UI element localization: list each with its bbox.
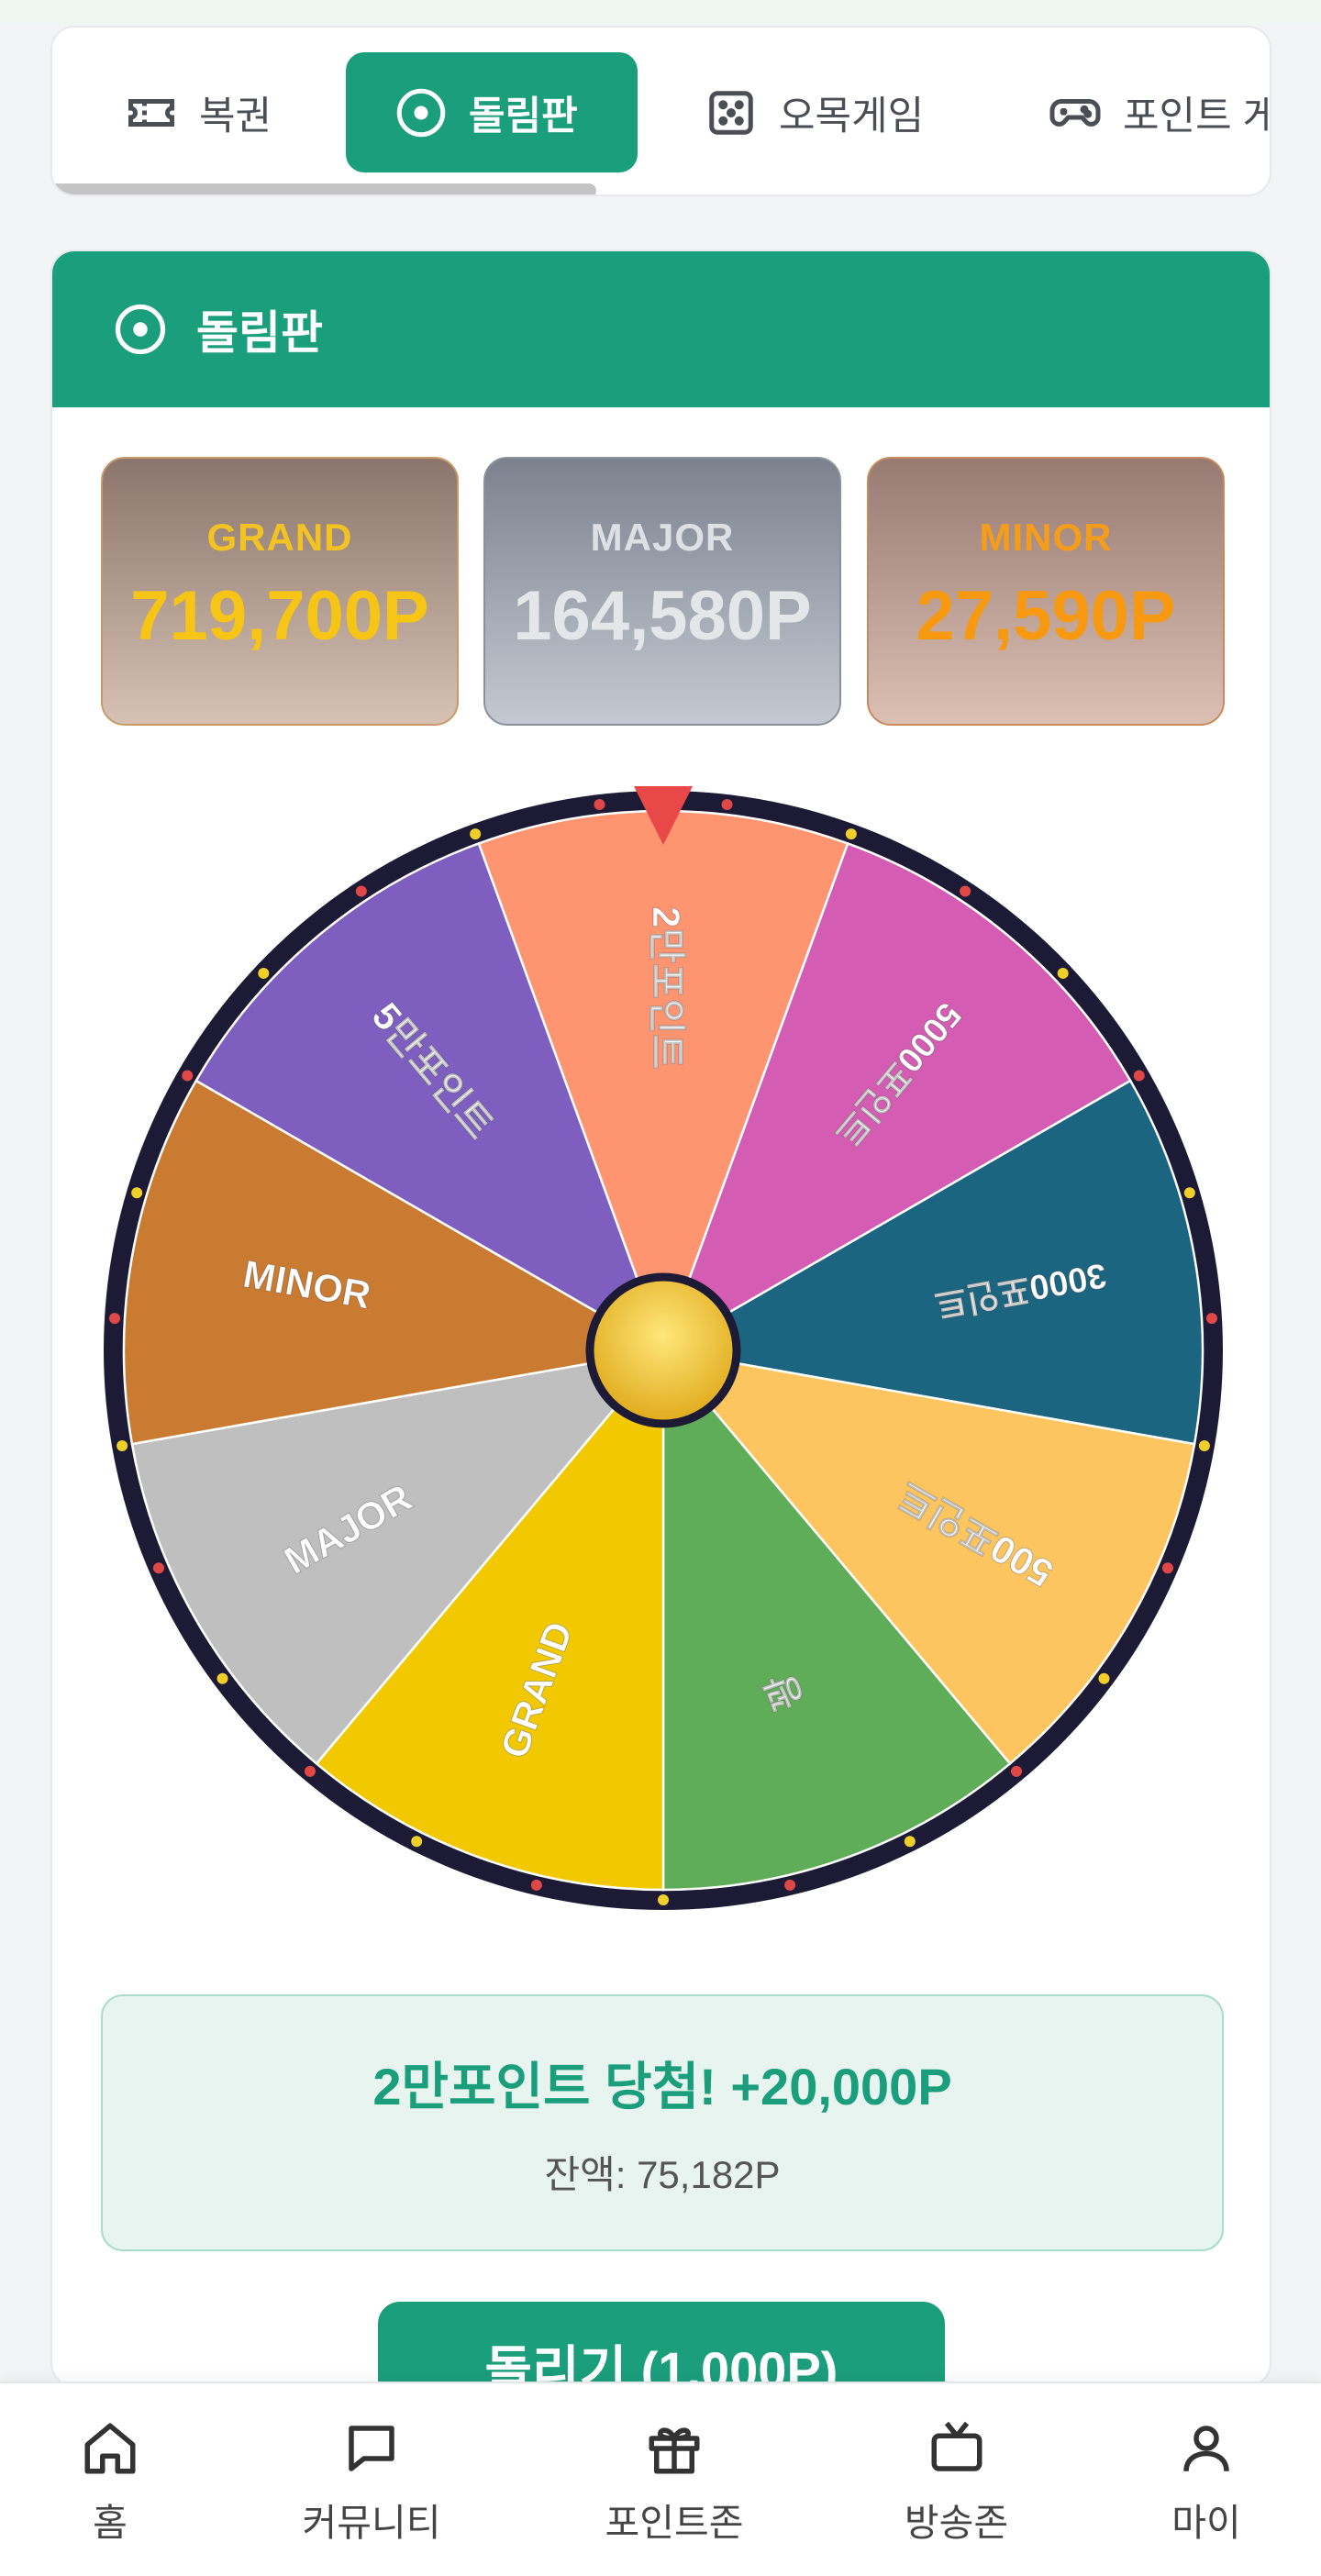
wheel-segment-label: 2만포인트 [645, 906, 688, 1070]
spin-button[interactable]: 돌리기 (1,000P) [378, 2302, 945, 2385]
jackpot-major: MAJOR 164,580P [483, 457, 841, 726]
rim-light [1057, 967, 1069, 979]
rim-light [845, 828, 857, 840]
rim-light [182, 1070, 194, 1082]
tab-label: 오목게임 [779, 94, 925, 139]
result-balance: 잔액: 75,182P [544, 2153, 781, 2196]
jackpot-label: MAJOR [590, 516, 735, 559]
dice-icon [709, 90, 753, 135]
rim-light [1162, 1562, 1174, 1574]
card-header: 돌림판 [52, 251, 1270, 407]
jackpot-value: 27,590P [916, 577, 1176, 655]
game-tab-bar: 복권 돌림판 오목게임 포인트 게 [50, 26, 1271, 196]
nav-label: 커뮤니티 [302, 2502, 441, 2544]
tab-lottery[interactable]: 복권 [124, 52, 272, 172]
nav-label: 홈 [93, 2502, 128, 2544]
tab-label: 포인트 게 [1123, 94, 1271, 139]
rim-light [960, 885, 971, 897]
user-icon [1183, 2426, 1229, 2471]
roulette-card: 돌림판 GRAND 719,700P MAJOR 164,580P MINOR … [50, 250, 1271, 2387]
jackpot-label: MINOR [979, 516, 1113, 559]
roulette-wheel[interactable]: 2만포인트 5000포인트 3000포인트 500포인트 꽝 GRAND MAJOR MINO… [84, 772, 1242, 1929]
target-icon [396, 88, 446, 137]
jackpot-grand: GRAND 719,700P [101, 457, 459, 726]
result-box: 2만포인트 당첨! +20,000P 잔액: 75,182P [101, 1994, 1224, 2251]
tv-icon [931, 2421, 982, 2471]
rim-light [594, 799, 605, 811]
nav-label: 방송존 [904, 2502, 1009, 2544]
home-icon [84, 2423, 136, 2474]
rim-light [784, 1879, 796, 1891]
card-title: 돌림판 [196, 307, 323, 359]
rim-light [470, 828, 482, 840]
tab-label: 복권 [199, 94, 272, 139]
rim-light [152, 1562, 164, 1574]
jackpot-value: 164,580P [513, 577, 812, 655]
jackpot-value: 719,700P [130, 577, 429, 655]
rim-light [1098, 1672, 1110, 1684]
rim-light [1183, 1187, 1195, 1199]
nav-point-zone[interactable]: 포인트존 [573, 2383, 775, 2576]
rim-light [530, 1879, 542, 1891]
rim-light [658, 1894, 669, 1905]
rim-light [904, 1836, 916, 1848]
rim-light [1011, 1765, 1023, 1777]
tab-omok[interactable]: 오목게임 [704, 52, 924, 172]
tab-label: 돌림판 [469, 94, 578, 139]
rim-light [1198, 1440, 1210, 1452]
nav-community[interactable]: 커뮤니티 [275, 2383, 468, 2576]
target-icon [115, 304, 166, 355]
tab-scrollbar[interactable] [52, 183, 596, 194]
chat-icon [349, 2426, 394, 2471]
jackpot-minor: MINOR 27,590P [867, 457, 1225, 726]
rim-light [131, 1187, 143, 1199]
nav-label: 포인트존 [605, 2502, 744, 2544]
ticket-icon [128, 98, 174, 127]
jackpot-label: GRAND [206, 516, 353, 559]
tab-roulette[interactable]: 돌림판 [346, 52, 638, 172]
tab-point-game[interactable]: 포인트 게 [1048, 52, 1271, 172]
rim-light [1133, 1070, 1145, 1082]
result-title: 2만포인트 당첨! +20,000P [372, 2058, 952, 2115]
nav-home[interactable]: 홈 [73, 2383, 147, 2576]
nav-my[interactable]: 마이 [1156, 2383, 1257, 2576]
rim-light [721, 799, 733, 811]
nav-label: 마이 [1171, 2502, 1241, 2544]
nav-broadcast[interactable]: 방송존 [858, 2383, 1055, 2576]
gift-icon [649, 2427, 700, 2474]
rim-light [355, 885, 367, 897]
wheel-hub [585, 1272, 741, 1428]
rim-light [109, 1313, 121, 1325]
rim-light [258, 967, 270, 979]
wheel-graphic: 2만포인트5000포인트3000포인트500포인트꽝GRANDMAJORMINO… [104, 786, 1223, 1910]
bottom-nav: 홈 커뮤니티 포인트존 방송존 마이 [0, 2382, 1321, 2576]
rim-light [411, 1836, 423, 1848]
top-strip [0, 0, 1321, 24]
gamepad-icon [1049, 98, 1101, 127]
rim-light [117, 1440, 128, 1452]
rim-light [1205, 1313, 1217, 1325]
rim-light [304, 1765, 316, 1777]
rim-light [216, 1672, 228, 1684]
